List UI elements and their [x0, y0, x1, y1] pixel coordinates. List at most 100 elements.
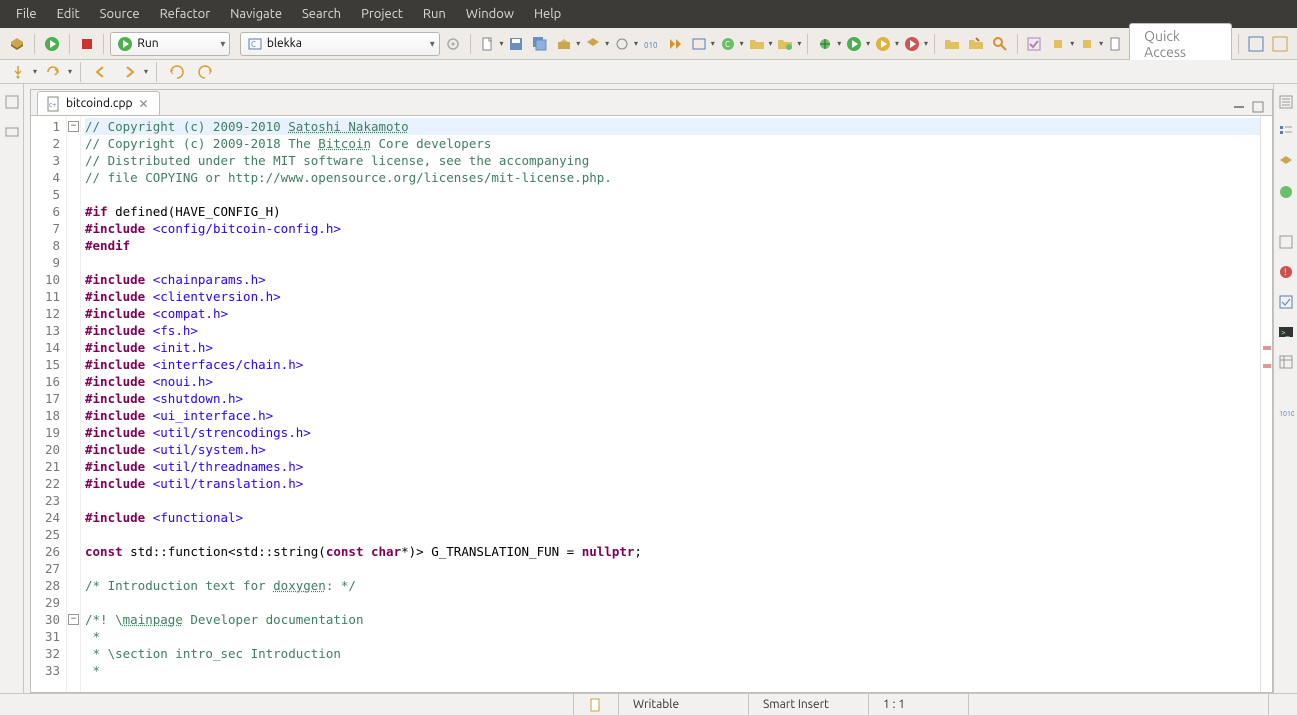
perspective-cpp-icon[interactable]: [1245, 32, 1267, 56]
dropdown-arrow-icon[interactable]: ▾: [634, 39, 638, 48]
quick-access-input[interactable]: Quick Access: [1129, 23, 1232, 65]
back-button[interactable]: [89, 60, 113, 84]
dropdown-arrow-icon[interactable]: ▾: [924, 39, 928, 48]
maximize-editor-icon[interactable]: [1250, 99, 1266, 115]
open-type-button[interactable]: [688, 32, 710, 56]
prev-annotation-button[interactable]: [1076, 32, 1098, 56]
new-folder-button[interactable]: [746, 32, 768, 56]
stop-button[interactable]: [76, 32, 98, 56]
debug-button[interactable]: [814, 32, 836, 56]
hammer-icon[interactable]: [582, 32, 604, 56]
outline-view-icon[interactable]: [1274, 90, 1297, 114]
menu-navigate[interactable]: Navigate: [220, 3, 292, 25]
menu-search[interactable]: Search: [292, 3, 351, 25]
history-forward-icon[interactable]: [193, 60, 217, 84]
dropdown-arrow-icon[interactable]: ▾: [1099, 39, 1103, 48]
new-button[interactable]: [477, 32, 499, 56]
launch-mode-combo[interactable]: Run: [110, 32, 230, 56]
open-task-button[interactable]: [965, 32, 987, 56]
binary-icon[interactable]: 010: [640, 32, 662, 56]
fold-gutter[interactable]: −−: [67, 116, 81, 692]
perspective-debug-icon[interactable]: [1269, 32, 1291, 56]
status-updates-icon[interactable]: [1268, 694, 1297, 715]
menu-file[interactable]: File: [6, 3, 47, 25]
menubar: File Edit Source Refactor Navigate Searc…: [0, 0, 1297, 28]
dropdown-arrow-icon[interactable]: ▾: [866, 39, 870, 48]
dropdown-arrow-icon[interactable]: ▾: [144, 67, 148, 76]
menu-refactor[interactable]: Refactor: [150, 3, 221, 25]
coverage-button[interactable]: [872, 32, 894, 56]
dropdown-arrow-icon[interactable]: ▾: [740, 39, 744, 48]
menu-window[interactable]: Window: [456, 3, 524, 25]
tasks-view-icon[interactable]: [1274, 290, 1297, 314]
skip-button[interactable]: [664, 32, 686, 56]
target-icon[interactable]: [611, 32, 633, 56]
build-all-button[interactable]: [553, 32, 575, 56]
status-cursor-pos: 1 : 1: [868, 694, 968, 715]
dropdown-arrow-icon[interactable]: ▾: [769, 39, 773, 48]
dropdown-arrow-icon[interactable]: ▾: [837, 39, 841, 48]
save-button[interactable]: [506, 32, 528, 56]
profile-button[interactable]: [901, 32, 923, 56]
tab-close-icon[interactable]: ✕: [137, 97, 151, 111]
code-editor[interactable]: 1234567891011121314151617181920212223242…: [31, 116, 1272, 692]
properties-view-icon[interactable]: [1274, 350, 1297, 374]
new-class-button[interactable]: C: [717, 32, 739, 56]
launch-mode-label: Run: [137, 37, 158, 50]
menu-edit[interactable]: Edit: [47, 3, 90, 25]
svg-text:>_: >_: [1281, 328, 1290, 337]
toggle-mark-button[interactable]: [1023, 32, 1045, 56]
menu-help[interactable]: Help: [524, 3, 571, 25]
menu-run[interactable]: Run: [413, 3, 456, 25]
dropdown-arrow-icon[interactable]: ▾: [68, 67, 72, 76]
minimize-view-icon[interactable]: [0, 120, 24, 144]
next-annotation-button[interactable]: [1047, 32, 1069, 56]
code-area[interactable]: // Copyright (c) 2009-2010 Satoshi Nakam…: [81, 116, 1260, 692]
secondary-toolbar: ▾ ▾ ▾: [0, 60, 1297, 84]
run-last-button[interactable]: [843, 32, 865, 56]
main-toolbar: Run C blekka ▾ ▾ ▾ ▾ 010 ▾ C▾ ▾ ▾ ▾ ▾ ▾ …: [0, 28, 1297, 60]
console-view-icon[interactable]: >_: [1274, 320, 1297, 344]
dropdown-arrow-icon[interactable]: ▾: [576, 39, 580, 48]
svg-text:!: !: [1284, 267, 1286, 277]
build-targets-icon[interactable]: [1274, 150, 1297, 174]
dropdown-arrow-icon[interactable]: ▾: [797, 39, 801, 48]
call-hierarchy-icon[interactable]: 1010: [1274, 400, 1297, 424]
pin-button[interactable]: [1105, 32, 1127, 56]
tab-bitcoind[interactable]: c+ bitcoind.cpp ✕: [37, 91, 160, 115]
problems-view-icon[interactable]: !: [1274, 260, 1297, 284]
tab-label: bitcoind.cpp: [66, 97, 133, 110]
menu-source[interactable]: Source: [90, 3, 150, 25]
dropdown-arrow-icon[interactable]: ▾: [711, 39, 715, 48]
forward-button[interactable]: [117, 60, 141, 84]
build-button[interactable]: [6, 32, 28, 56]
overview-ruler[interactable]: [1260, 116, 1272, 692]
project-combo[interactable]: C blekka: [240, 32, 440, 56]
task-list-icon[interactable]: [1274, 120, 1297, 144]
search-button[interactable]: [989, 32, 1011, 56]
dropdown-arrow-icon[interactable]: ▾: [33, 67, 37, 76]
menu-project[interactable]: Project: [351, 3, 413, 25]
step-into-icon[interactable]: [6, 60, 30, 84]
project-combo-label: blekka: [267, 37, 302, 50]
status-file-icon: [588, 697, 604, 713]
save-all-button[interactable]: [529, 32, 551, 56]
heap-icon[interactable]: [1274, 180, 1297, 204]
dropdown-arrow-icon[interactable]: ▾: [500, 39, 504, 48]
ext-tools-button[interactable]: [941, 32, 963, 56]
svg-text:010: 010: [644, 41, 658, 50]
dropdown-arrow-icon[interactable]: ▾: [895, 39, 899, 48]
minimize-editor-icon[interactable]: [1231, 99, 1247, 115]
history-back-icon[interactable]: [165, 60, 189, 84]
dropdown-arrow-icon[interactable]: ▾: [605, 39, 609, 48]
new-source-folder-button[interactable]: [775, 32, 797, 56]
run-button[interactable]: [41, 32, 63, 56]
status-insert-mode: Smart Insert: [748, 694, 868, 715]
restore-right-icon[interactable]: [1274, 230, 1297, 254]
project-settings-icon[interactable]: [442, 32, 464, 56]
main-area: c+ bitcoind.cpp ✕ 1234567891011121314151…: [0, 84, 1297, 693]
restore-view-icon[interactable]: [0, 90, 24, 114]
line-number-gutter: 1234567891011121314151617181920212223242…: [31, 116, 67, 692]
dropdown-arrow-icon[interactable]: ▾: [1070, 39, 1074, 48]
step-over-icon[interactable]: [41, 60, 65, 84]
